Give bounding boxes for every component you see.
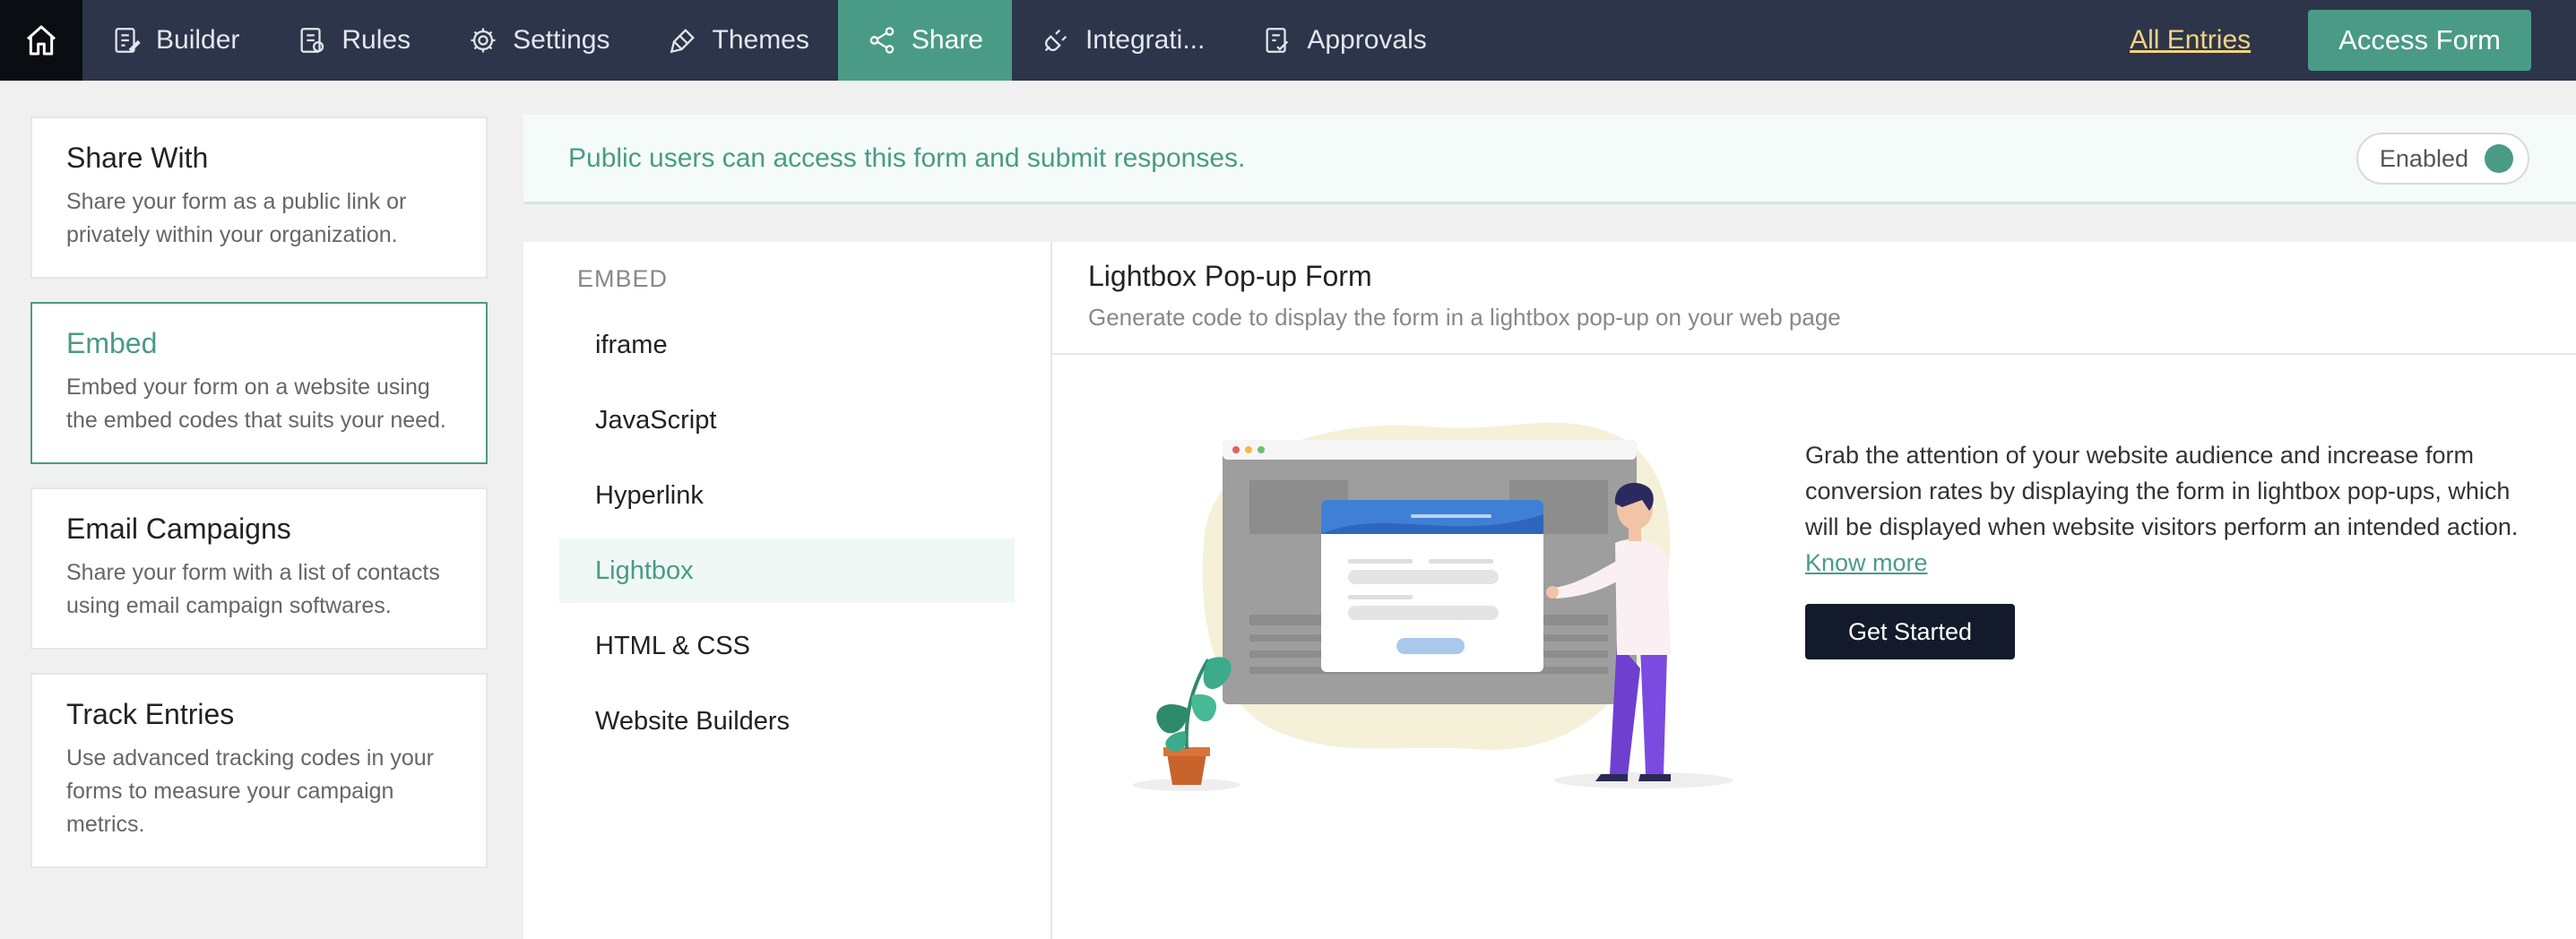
nav-tab-approvals[interactable]: Approvals: [1233, 0, 1455, 81]
home-button[interactable]: [0, 0, 82, 81]
get-started-button[interactable]: Get Started: [1805, 604, 2015, 659]
share-option-embed[interactable]: Embed Embed your form on a website using…: [30, 302, 488, 464]
share-option-description: Share your form as a public link or priv…: [66, 189, 407, 247]
content-header: Lightbox Pop-up Form Generate code to di…: [1052, 242, 2576, 355]
share-option-track-entries[interactable]: Track Entries Use advanced tracking code…: [30, 673, 488, 868]
embed-menu-item-javascript[interactable]: JavaScript: [559, 388, 1015, 452]
share-option-description: Use advanced tracking codes in your form…: [66, 745, 434, 837]
toggle-knob: [2485, 144, 2513, 173]
nav-tab-themes[interactable]: Themes: [639, 0, 838, 81]
embed-type-menu: EMBED iframe JavaScript Hyperlink Lightb…: [523, 242, 1052, 939]
public-access-banner: Public users can access this form and su…: [523, 115, 2576, 204]
know-more-link[interactable]: Know more: [1805, 549, 1928, 576]
nav-tab-settings[interactable]: Settings: [439, 0, 638, 81]
access-form-button[interactable]: Access Form: [2308, 10, 2531, 71]
nav-tab-label: Approvals: [1307, 25, 1427, 55]
embed-menu-item-hyperlink[interactable]: Hyperlink: [559, 463, 1015, 528]
nav-tab-share[interactable]: Share: [837, 0, 1012, 81]
gear-icon: [471, 28, 496, 53]
share-option-title: Email Campaigns: [66, 513, 291, 545]
content-title: Lightbox Pop-up Form: [1088, 260, 1372, 292]
nav-tab-rules[interactable]: Rules: [268, 0, 439, 81]
public-access-toggle[interactable]: Enabled: [2356, 133, 2529, 185]
share-option-share-with[interactable]: Share With Share your form as a public l…: [30, 116, 488, 279]
all-entries-link[interactable]: All Entries: [2130, 0, 2251, 81]
embed-menu-heading: EMBED: [577, 265, 669, 292]
nav-tab-label: Share: [911, 25, 983, 55]
builder-icon: [115, 28, 141, 53]
lightbox-description: Grab the attention of your website audie…: [1805, 437, 2522, 581]
embed-menu-item-iframe[interactable]: iframe: [559, 313, 1015, 377]
share-option-description: Embed your form on a website using the e…: [66, 375, 446, 433]
nav-tab-label: Integrati...: [1085, 25, 1206, 55]
share-option-title: Track Entries: [66, 698, 235, 730]
nav-tab-label: Themes: [712, 25, 809, 55]
share-options-panel: Share With Share your form as a public l…: [30, 116, 488, 892]
embed-panel: EMBED iframe JavaScript Hyperlink Lightb…: [523, 242, 2576, 939]
home-icon: [27, 25, 56, 56]
embed-menu-item-html-css[interactable]: HTML & CSS: [559, 614, 1015, 678]
nav-tab-builder[interactable]: Builder: [82, 0, 268, 81]
share-option-description: Share your form with a list of contacts …: [66, 560, 440, 618]
share-option-email-campaigns[interactable]: Email Campaigns Share your form with a l…: [30, 487, 488, 650]
nav-tab-integrations[interactable]: Integrati...: [1012, 0, 1233, 81]
lightbox-description-text: Grab the attention of your website audie…: [1805, 442, 2519, 540]
top-navigation-bar: Builder Rules Settings Themes Share Inte…: [0, 0, 2576, 81]
nav-tab-label: Rules: [341, 25, 411, 55]
approvals-icon: [1266, 28, 1289, 53]
lightbox-description-block: Grab the attention of your website audie…: [1805, 437, 2522, 659]
toggle-label: Enabled: [2379, 144, 2468, 172]
embed-menu-item-lightbox[interactable]: Lightbox: [559, 538, 1015, 603]
plug-icon: [1044, 29, 1068, 52]
nav-tab-label: Builder: [156, 25, 240, 55]
nav-tab-label: Settings: [513, 25, 610, 55]
content-subtitle: Generate code to display the form in a l…: [1088, 304, 1841, 331]
rules-icon: [300, 28, 324, 53]
public-access-message: Public users can access this form and su…: [568, 142, 1246, 173]
embed-content: Lightbox Pop-up Form Generate code to di…: [1052, 242, 2576, 939]
lightbox-illustration: [1133, 422, 1733, 791]
share-option-title: Share With: [66, 142, 209, 174]
share-icon: [869, 27, 895, 54]
brush-icon: [670, 29, 695, 54]
embed-menu-item-website-builders[interactable]: Website Builders: [559, 689, 1015, 754]
share-option-title: Embed: [66, 327, 158, 359]
